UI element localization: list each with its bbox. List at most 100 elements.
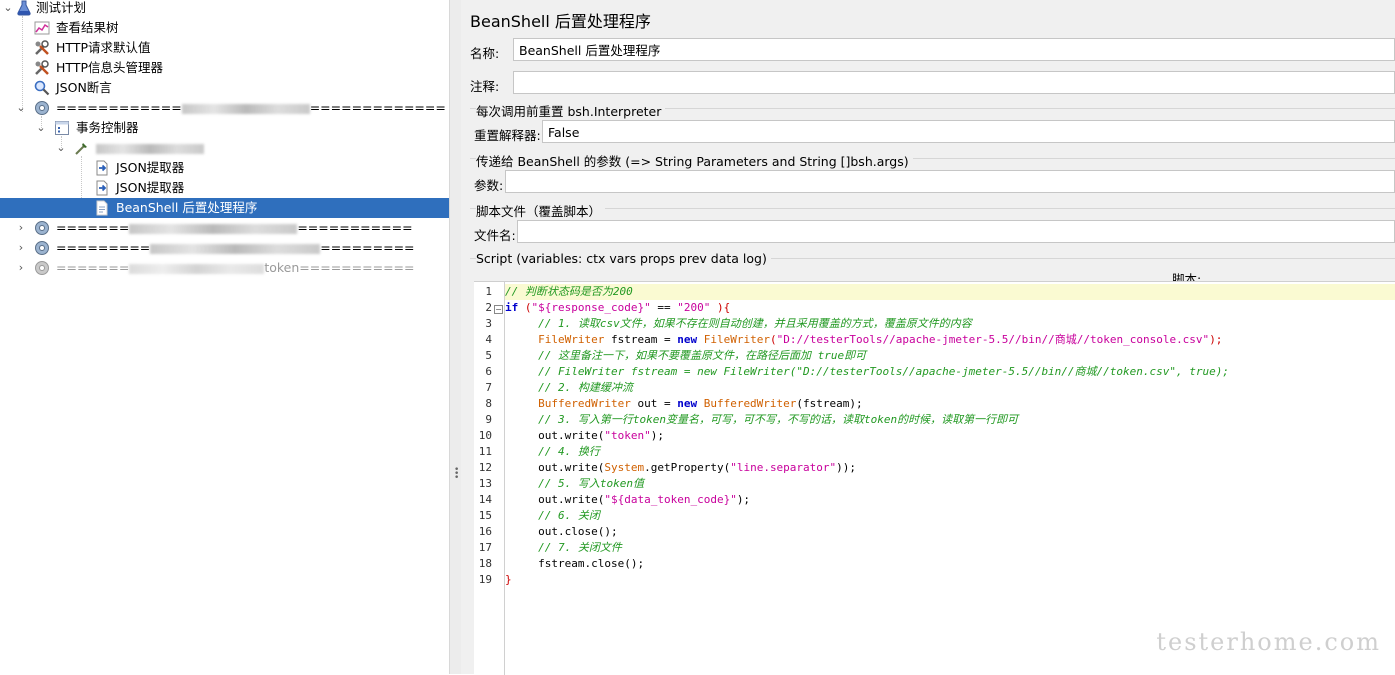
line-number: 9 — [485, 413, 492, 426]
tree-item-thread-group[interactable]: › ================== — [0, 238, 449, 258]
chevron-right-icon[interactable]: › — [15, 238, 27, 258]
code-string: "200" — [677, 301, 711, 314]
reset-interpreter-field[interactable]: False — [542, 120, 1395, 143]
code-token: } — [505, 573, 512, 586]
tree-item-label: 事务控制器 — [76, 120, 139, 135]
code-comment: // 2. 构建缓冲流 — [538, 381, 633, 394]
fold-minus-icon[interactable]: − — [494, 305, 503, 314]
code-token: .getProperty( — [644, 461, 731, 474]
reset-label: 重置解释器: — [474, 128, 541, 143]
tree-item-label: 测试计划 — [36, 0, 87, 15]
redacted-text — [129, 263, 265, 274]
tree-item-view-results[interactable]: 查看结果树 — [0, 18, 449, 38]
file-label: 文件名: — [474, 228, 516, 243]
tree-item-label: JSON提取器 — [116, 180, 185, 195]
grip-icon[interactable]: • • • — [454, 466, 459, 483]
tree-item-label: ======= — [56, 220, 130, 235]
script-editor[interactable]: 1 2 3 4 5 6 7 8 9 10 11 12 13 14 15 16 17 18 19 − // 判断状态码… — [474, 281, 1395, 675]
tree-item-thread-group[interactable]: ⌄ ============ ============= — [0, 98, 449, 118]
code-token: out.write( — [538, 429, 605, 442]
tree-item-label: token=========== — [264, 260, 415, 275]
test-plan-tree: ⌄ 测试计划 查看结果树 HTTP请求默认值 HTTP信息头管理器 JSON断言… — [0, 0, 449, 674]
extractor-icon — [96, 180, 108, 196]
extractor-icon — [96, 160, 108, 176]
params-label: 参数: — [474, 178, 504, 193]
line-number: 4 — [485, 333, 492, 346]
tree-item-json-extractor[interactable]: JSON提取器 — [0, 158, 449, 178]
code-token: ); — [1209, 333, 1223, 346]
pipette-icon — [75, 143, 87, 155]
comment-field[interactable] — [513, 71, 1395, 94]
chevron-right-icon[interactable]: › — [15, 258, 27, 278]
code-token: out = — [630, 397, 678, 410]
current-line-highlight — [505, 284, 1395, 300]
chevron-down-icon[interactable]: ⌄ — [55, 138, 67, 158]
file-section-title: 脚本文件（覆盖脚本） — [476, 201, 606, 220]
redacted-text — [96, 143, 204, 154]
line-number: 7 — [485, 381, 492, 394]
tree-item-thread-group[interactable]: › ================== — [0, 218, 449, 238]
chevron-right-icon[interactable]: › — [15, 218, 27, 238]
code-token: == — [650, 301, 678, 314]
code-token: ( — [518, 301, 532, 314]
tree-item-json-assertion[interactable]: JSON断言 — [0, 78, 449, 98]
redacted-text — [129, 223, 298, 234]
tree-item-label: JSON断言 — [56, 80, 112, 95]
tree-item-thread-group-disabled[interactable]: › ======= token=========== — [0, 258, 449, 278]
code-comment: // 3. 写入第一行token变量名，可写，可不写，不写的话，读取token的… — [538, 413, 1019, 426]
code-token: (fstream); — [796, 397, 863, 410]
name-field[interactable]: BeanShell 后置处理程序 — [513, 38, 1395, 61]
tree-item-label: ======= — [56, 260, 130, 275]
code-comment: // 这里备注一下，如果不要覆盖原文件，在路径后面加 true即可 — [538, 349, 867, 362]
chevron-down-icon[interactable]: ⌄ — [2, 0, 14, 18]
code-type: FileWriter — [703, 333, 770, 346]
chevron-down-icon[interactable]: ⌄ — [35, 118, 47, 138]
tools-icon — [35, 40, 49, 55]
line-number: 2 — [485, 301, 492, 314]
line-number: 17 — [478, 541, 492, 554]
line-number: 14 — [478, 493, 492, 506]
file-name-field[interactable] — [517, 220, 1395, 243]
code-token: out.write( — [538, 461, 605, 474]
section-border — [470, 208, 1395, 209]
code-token: fstream = — [604, 333, 678, 346]
tree-item-http-header[interactable]: HTTP信息头管理器 — [0, 58, 449, 78]
code-token: ); — [736, 493, 751, 506]
code-type: BufferedWriter — [538, 397, 631, 410]
code-comment: // 4. 换行 — [538, 445, 600, 458]
chevron-down-icon[interactable]: ⌄ — [15, 98, 27, 118]
code-token: ( — [769, 333, 777, 346]
tree-item-beanshell-selected[interactable]: BeanShell 后置处理程序 — [0, 198, 449, 218]
line-number: 18 — [478, 557, 492, 570]
tree-item-label: =========== — [297, 220, 413, 235]
tree-item-label: HTTP请求默认值 — [56, 40, 151, 55]
line-number: 5 — [485, 349, 492, 362]
line-number: 15 — [478, 509, 492, 522]
script-section-title: Script (variables: ctx vars props prev d… — [476, 251, 771, 266]
params-field[interactable] — [505, 170, 1395, 193]
tree-item-json-extractor[interactable]: JSON提取器 — [0, 178, 449, 198]
gear-icon — [35, 241, 49, 255]
gear-icon — [35, 261, 49, 275]
tree-item-label: JSON提取器 — [116, 160, 185, 175]
redacted-text — [150, 243, 321, 254]
tree-item-test-plan[interactable]: ⌄ 测试计划 — [0, 0, 449, 18]
tree-item-label: ========= — [56, 240, 151, 255]
tree-item-http-defaults[interactable]: HTTP请求默认值 — [0, 38, 449, 58]
code-string: "line.separator" — [730, 461, 837, 474]
script-icon — [96, 200, 108, 216]
name-label: 名称: — [470, 46, 500, 61]
code-string: "token" — [604, 429, 651, 442]
line-number: 6 — [485, 365, 492, 378]
code-comment: // 1. 读取csv文件，如果不存在则自动创建，并且采用覆盖的方式，覆盖原文件… — [538, 317, 972, 330]
code-comment: // 6. 关闭 — [538, 509, 600, 522]
tree-item-label: ============ — [56, 100, 182, 115]
code-comment: // 判断状态码是否为200 — [505, 285, 633, 298]
line-number: 13 — [478, 477, 492, 490]
line-number: 19 — [478, 573, 492, 586]
tree-item-sampler[interactable]: ⌄ — [0, 138, 449, 158]
line-number: 10 — [478, 429, 492, 442]
tree-item-transaction-controller[interactable]: ⌄ 事务控制器 — [0, 118, 449, 138]
line-number: 16 — [478, 525, 492, 538]
